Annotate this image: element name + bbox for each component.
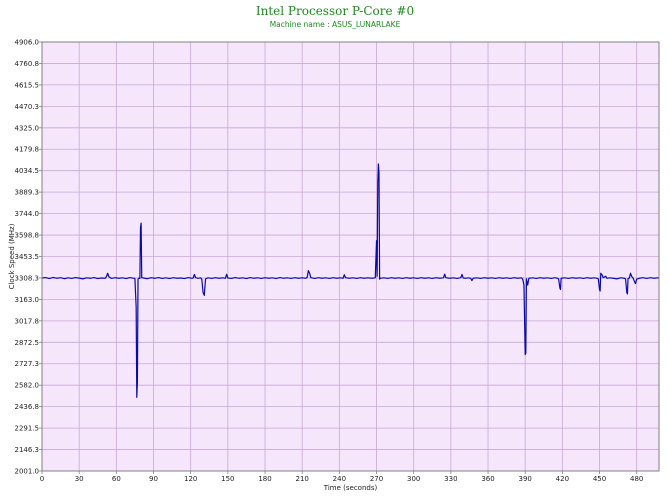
x-tick-label: 420 — [556, 475, 569, 483]
y-axis-ticks: 2001.0 2146.3 2291.5 2436.8 2582.0 2727.3 2872… — [15, 39, 42, 476]
y-tick-label: 3163.0 — [15, 296, 40, 304]
y-tick-label: 3017.8 — [15, 317, 40, 325]
x-tick-label: 210 — [295, 475, 308, 483]
x-tick-label: 120 — [184, 475, 197, 483]
y-tick-label: 4325.0 — [15, 124, 40, 132]
y-tick-label: 2291.5 — [15, 425, 40, 433]
grid-lines — [42, 42, 659, 471]
y-tick-label: 3308.3 — [15, 274, 40, 282]
y-tick-label: 2727.3 — [15, 360, 40, 368]
y-tick-label: 2436.8 — [15, 403, 40, 411]
y-tick-label: 3598.8 — [15, 232, 40, 240]
y-tick-label: 4906.0 — [15, 39, 40, 47]
x-tick-label: 90 — [149, 475, 158, 483]
y-tick-label: 3744.0 — [15, 210, 40, 218]
y-tick-label: 3889.3 — [15, 189, 40, 197]
y-tick-label: 4470.3 — [15, 103, 40, 111]
y-tick-label: 4034.5 — [15, 167, 40, 175]
y-tick-label: 2582.0 — [15, 382, 40, 390]
y-tick-label: 4760.8 — [15, 60, 40, 68]
x-tick-label: 330 — [444, 475, 457, 483]
x-tick-label: 300 — [407, 475, 420, 483]
x-tick-label: 60 — [112, 475, 121, 483]
y-tick-label: 4615.5 — [15, 81, 40, 89]
x-tick-label: 450 — [593, 475, 606, 483]
x-tick-label: 360 — [481, 475, 494, 483]
y-axis-label: Clock Speed (MHz) — [8, 223, 16, 289]
x-tick-label: 30 — [75, 475, 84, 483]
x-axis-ticks: 0 30 60 90 120 150 180 210 240 270 300 330 360 390 420… — [40, 471, 643, 483]
y-tick-label: 3453.5 — [15, 253, 40, 261]
x-tick-label: 180 — [258, 475, 271, 483]
clock-speed-chart: 2001.0 2146.3 2291.5 2436.8 2582.0 2727.3 2872… — [8, 39, 660, 492]
y-tick-label: 4179.8 — [15, 146, 40, 154]
x-tick-label: 150 — [221, 475, 234, 483]
x-tick-label: 480 — [630, 475, 643, 483]
x-tick-label: 390 — [519, 475, 532, 483]
x-tick-label: 0 — [40, 475, 44, 483]
x-axis-label: Time (seconds) — [323, 484, 378, 492]
y-tick-label: 2001.0 — [15, 468, 40, 476]
y-tick-label: 2872.5 — [15, 339, 40, 347]
y-tick-label: 2146.3 — [15, 446, 40, 454]
x-tick-label: 270 — [370, 475, 383, 483]
x-tick-label: 240 — [333, 475, 346, 483]
